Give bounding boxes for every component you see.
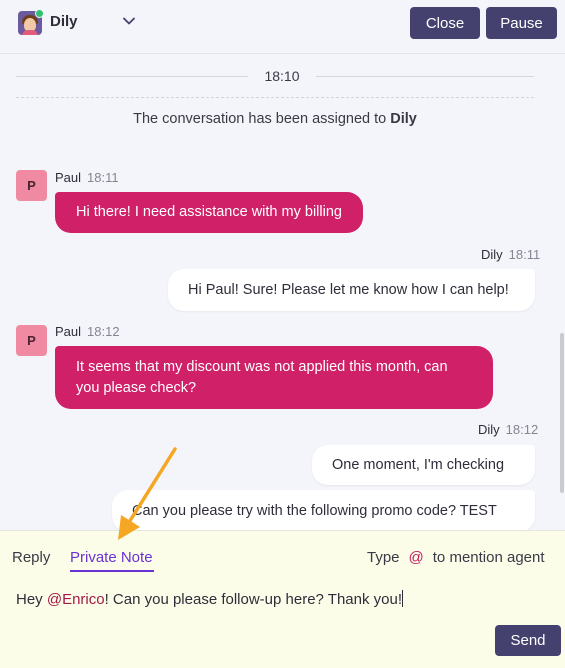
message-meta: Paul 18:11	[55, 170, 119, 185]
pause-conversation-button[interactable]: Pause	[486, 7, 557, 39]
composer: Reply Private Note Type @ to mention agent…	[0, 530, 565, 668]
message-bubble-outgoing: Hi Paul! Sure! Please let me know how I …	[168, 269, 535, 311]
private-note-input[interactable]: Hey @Enrico! Can you please follow-up he…	[16, 590, 546, 608]
message-bubble-incoming: It seems that my discount was not applie…	[55, 346, 493, 409]
text-caret	[402, 590, 404, 607]
system-message: The conversation has been assigned to Di…	[0, 111, 550, 127]
message-text: One moment, I'm checking	[332, 456, 505, 473]
mention-hint-suffix: to mention agent	[432, 549, 545, 566]
agent-mention: @Enrico	[46, 591, 105, 608]
sender-name: Paul	[55, 324, 82, 339]
time-divider-label: 18:10	[264, 68, 300, 84]
message-bubble-incoming: Hi there! I need assistance with my bill…	[55, 192, 363, 233]
time-divider: 18:10	[16, 66, 534, 86]
message-bubble-outgoing: Can you please try with the following pr…	[112, 490, 535, 532]
message-text-line: It seems that my discount was not applie…	[76, 358, 448, 375]
message-time: 18:12	[87, 324, 120, 339]
send-button[interactable]: Send	[495, 625, 561, 656]
message-time: 18:11	[508, 247, 541, 262]
sender-name: Dily	[481, 247, 503, 262]
mention-hint-prefix: Type	[367, 549, 400, 566]
message-text: It seems that my discount was not applie…	[76, 357, 448, 399]
agent-name[interactable]: Dily	[50, 13, 78, 30]
message-time: 18:12	[505, 422, 539, 437]
dashed-separator	[16, 97, 534, 98]
chevron-down-icon[interactable]	[122, 14, 136, 28]
user-avatar: P	[16, 170, 47, 201]
mention-hint: Type @ to mention agent	[367, 549, 545, 566]
sender-name: Dily	[478, 422, 500, 437]
tab-private-note[interactable]: Private Note	[70, 549, 153, 566]
message-meta: Dily 18:11	[481, 247, 540, 262]
chat-header: Dily Close Pause	[0, 0, 565, 54]
system-message-assignee: Dily	[390, 111, 417, 127]
message-text: Hi there! I need assistance with my bill…	[76, 204, 342, 220]
system-message-text: The conversation has been assigned to	[133, 111, 387, 127]
message-text: Hi Paul! Sure! Please let me know how I …	[188, 281, 509, 298]
message-text: Can you please try with the following pr…	[132, 502, 497, 519]
tab-reply[interactable]: Reply	[12, 549, 50, 566]
input-text-before: Hey	[16, 591, 47, 608]
message-text-line: you please check?	[76, 379, 197, 396]
sender-name: Paul	[55, 170, 82, 185]
active-tab-underline	[70, 570, 154, 572]
message-meta: Paul 18:12	[55, 324, 120, 339]
input-text-after: ! Can you please follow-up here? Thank y…	[104, 591, 403, 608]
message-time: 18:11	[87, 170, 119, 185]
message-meta: Dily 18:12	[478, 422, 538, 437]
close-conversation-button[interactable]: Close	[410, 7, 480, 39]
user-avatar: P	[16, 325, 47, 356]
message-bubble-outgoing: One moment, I'm checking	[312, 445, 535, 485]
conversation-scrollbar[interactable]	[560, 333, 564, 493]
online-status-indicator	[35, 9, 44, 18]
mention-symbol: @	[408, 549, 424, 566]
